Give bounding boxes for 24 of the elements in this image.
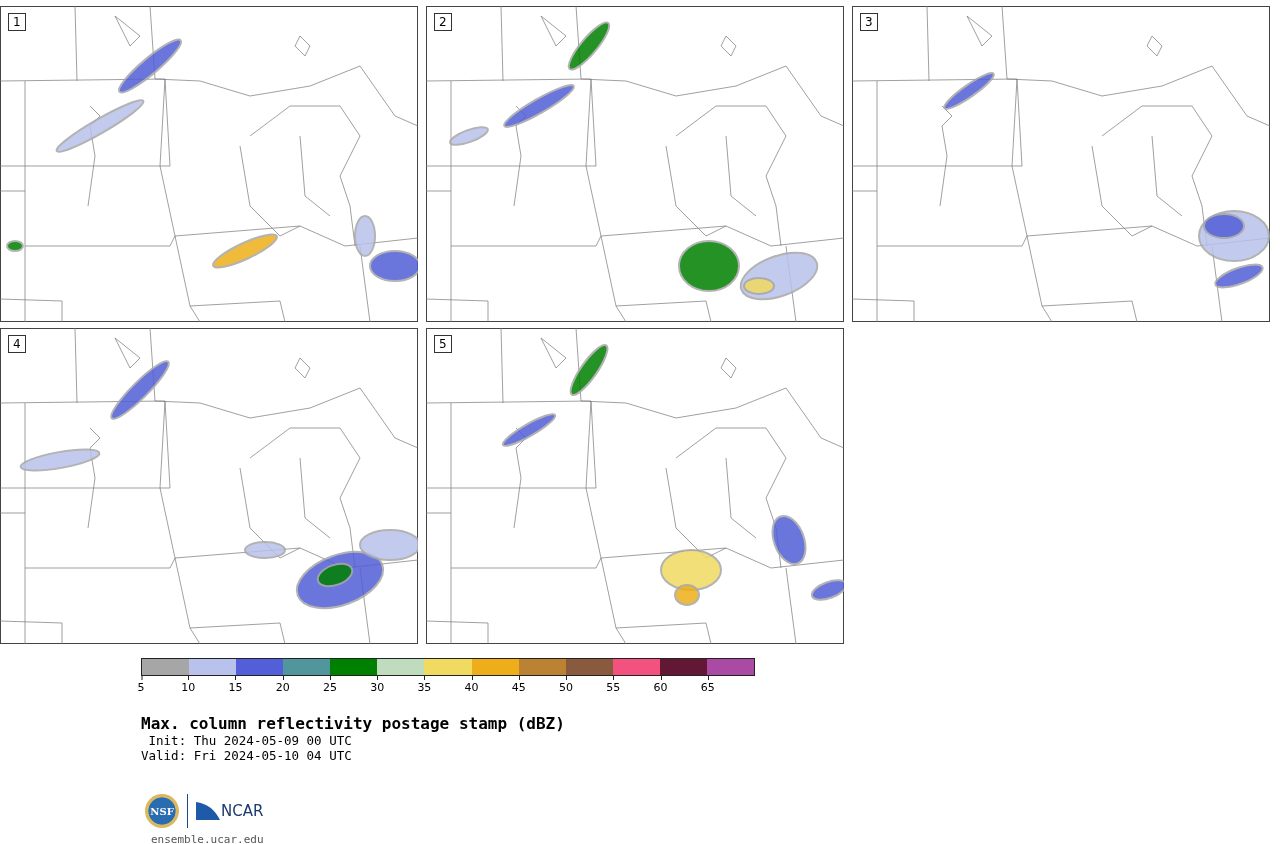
valid-time: Valid: Fri 2024-05-10 04 UTC <box>141 748 353 763</box>
tick-label: 60 <box>653 676 668 694</box>
chart-title: Max. column reflectivity postage stamp (dBZ) <box>141 714 566 733</box>
tick-label: 20 <box>275 676 290 694</box>
tick-label: 65 <box>700 676 715 694</box>
tick-label: 50 <box>559 676 574 694</box>
tick-label: 25 <box>322 676 337 694</box>
tick-label: 45 <box>511 676 526 694</box>
nsf-logo: NSF <box>145 794 179 828</box>
panel-number: 3 <box>860 13 878 31</box>
tick-label: 55 <box>606 676 621 694</box>
tick-label: 15 <box>228 676 243 694</box>
ncar-logo: NCAR <box>196 802 264 820</box>
tick-label: 35 <box>417 676 432 694</box>
tick-label: 30 <box>370 676 385 694</box>
website-url: ensemble.ucar.edu <box>151 833 265 844</box>
init-time: Init: Thu 2024-05-09 00 UTC <box>147 733 353 748</box>
tick-label: 40 <box>464 676 479 694</box>
tick-label: 10 <box>181 676 196 694</box>
panel-number: 1 <box>8 13 26 31</box>
panel-number: 5 <box>434 335 452 353</box>
tick-label: 5 <box>137 676 145 694</box>
panel-number: 2 <box>434 13 452 31</box>
panel-number: 4 <box>8 335 26 353</box>
